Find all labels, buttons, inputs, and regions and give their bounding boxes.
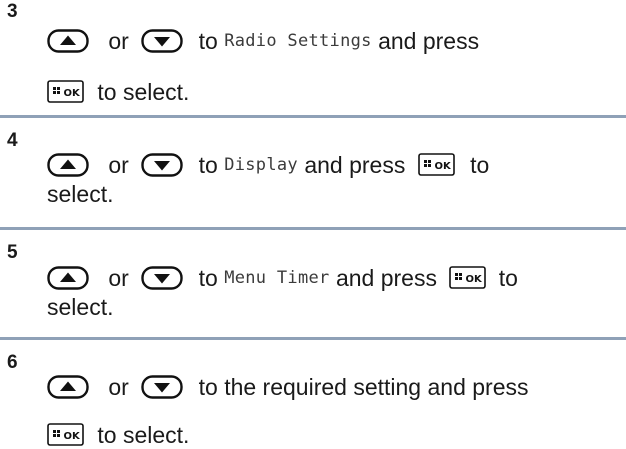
- step-3: 3 or to Radio Settings and press OK to s…: [0, 0, 626, 110]
- step-line-1: or to Menu Timer and press OK to: [47, 262, 518, 292]
- and-press-text: and press: [335, 264, 437, 291]
- select-text: select.: [47, 293, 114, 320]
- divider: [0, 227, 626, 230]
- up-arrow-key-icon: [47, 375, 89, 399]
- menu-item-label: Display: [224, 154, 298, 175]
- step-number: 4: [7, 130, 18, 151]
- divider: [0, 337, 626, 340]
- svg-text:OK: OK: [64, 431, 82, 442]
- step-line-2: select.: [47, 291, 113, 321]
- to-select-text: to select.: [97, 421, 190, 448]
- down-arrow-key-icon: [141, 29, 183, 53]
- step-number: 6: [7, 352, 18, 373]
- svg-text:OK: OK: [64, 88, 82, 99]
- down-arrow-key-icon: [141, 375, 183, 399]
- step-line-1: or to Radio Settings and press: [47, 25, 479, 55]
- step-line-2: select.: [47, 178, 113, 208]
- to-text: to: [198, 151, 218, 178]
- or-text: or: [108, 373, 129, 400]
- step-number: 3: [7, 1, 18, 22]
- to-text: to: [198, 264, 218, 291]
- to-text: to: [198, 27, 218, 54]
- up-arrow-key-icon: [47, 266, 89, 290]
- to-select-text: to select.: [97, 78, 190, 105]
- instruction-text: to the required setting and press: [198, 373, 529, 400]
- menu-ok-key-icon: OK: [47, 80, 84, 103]
- or-text: or: [108, 264, 129, 291]
- select-text: select.: [47, 180, 114, 207]
- divider: [0, 115, 626, 118]
- up-arrow-key-icon: [47, 153, 89, 177]
- svg-text:OK: OK: [466, 274, 484, 285]
- down-arrow-key-icon: [141, 153, 183, 177]
- menu-ok-key-icon: OK: [449, 266, 486, 289]
- or-text: or: [108, 27, 129, 54]
- step-4: 4 or to Display and press OK to select.: [0, 127, 626, 222]
- svg-text:OK: OK: [434, 161, 452, 172]
- down-arrow-key-icon: [141, 266, 183, 290]
- menu-ok-key-icon: OK: [47, 423, 84, 446]
- menu-ok-key-icon: OK: [418, 153, 455, 176]
- and-press-text: and press: [378, 27, 480, 54]
- step-line-2: OK to select.: [47, 419, 189, 449]
- step-number: 5: [7, 242, 18, 263]
- step-line-1: or to Display and press OK to: [47, 149, 489, 179]
- step-5: 5 or to Menu Timer and press OK to selec…: [0, 238, 626, 332]
- step-line-2: OK to select.: [47, 76, 189, 106]
- up-arrow-key-icon: [47, 29, 89, 53]
- to-text-2: to: [470, 151, 490, 178]
- or-text: or: [108, 151, 129, 178]
- step-6: 6 or to the required setting and press O…: [0, 348, 626, 449]
- menu-item-label: Radio Settings: [224, 30, 372, 51]
- to-text-2: to: [498, 264, 518, 291]
- and-press-text: and press: [304, 151, 406, 178]
- step-line-1: or to the required setting and press: [47, 371, 529, 401]
- menu-item-label: Menu Timer: [224, 267, 330, 288]
